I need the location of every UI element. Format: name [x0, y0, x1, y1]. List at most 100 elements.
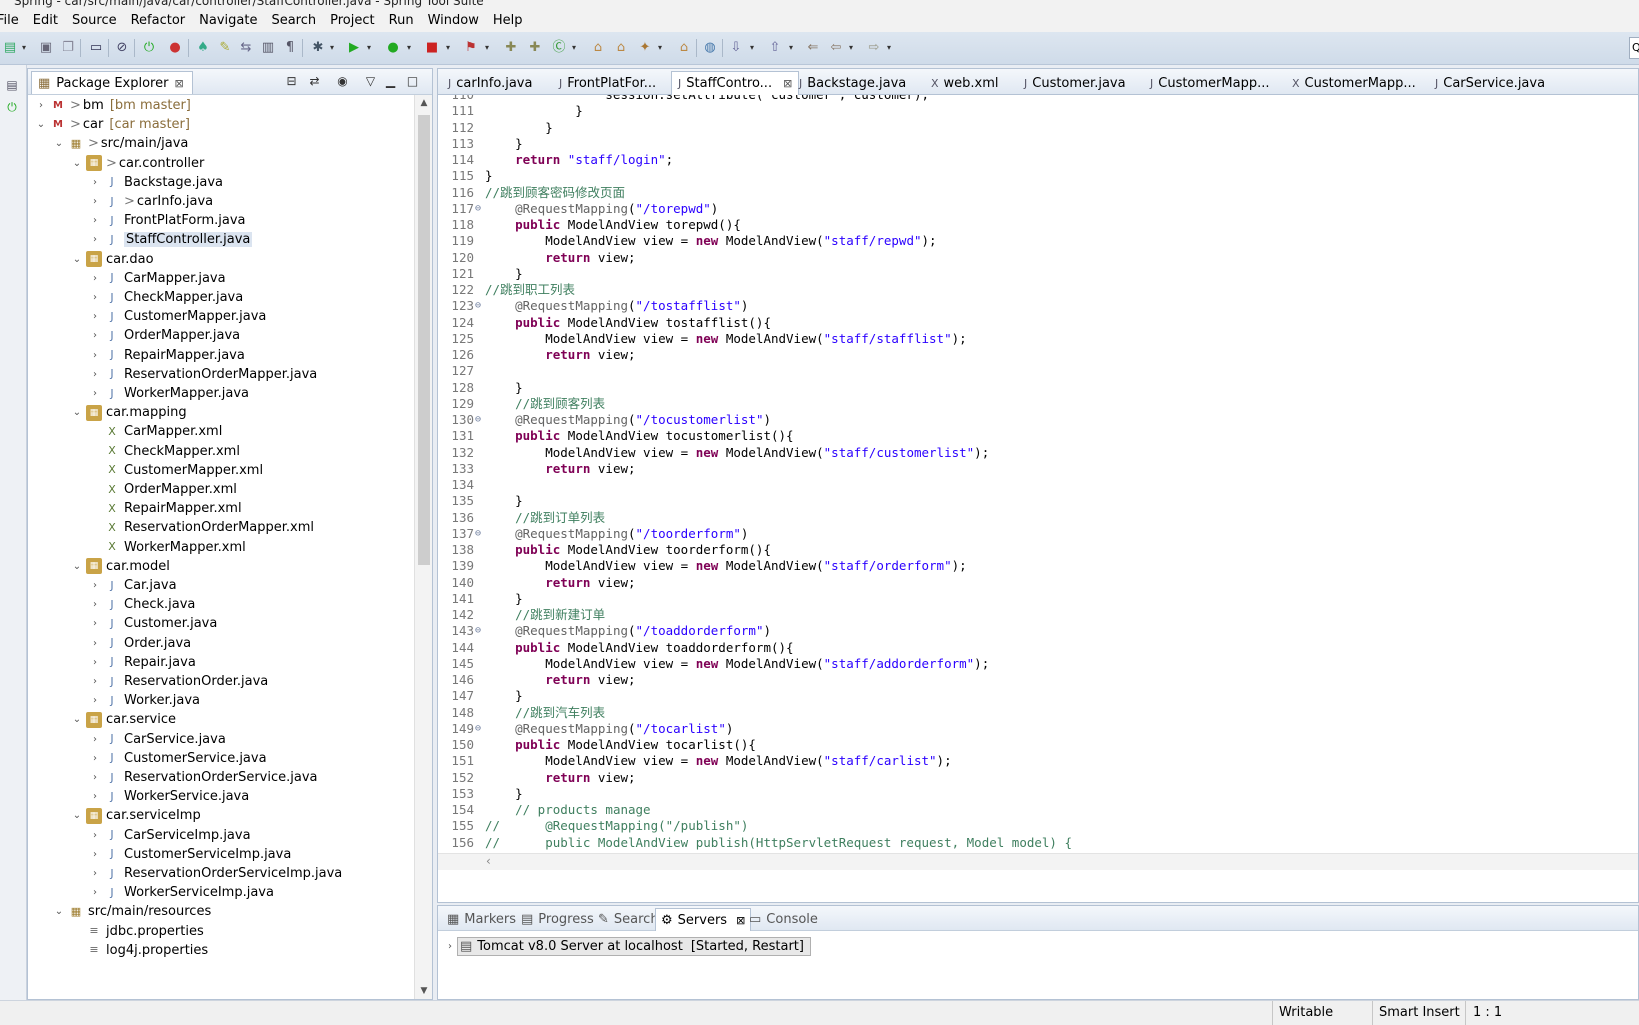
- expand-icon[interactable]: ›: [88, 618, 102, 629]
- stop-icon[interactable]: ■: [424, 40, 440, 56]
- expand-icon[interactable]: ›: [88, 772, 102, 783]
- save-all-icon[interactable]: ❐: [60, 40, 76, 56]
- tree-item[interactable]: › M > bm [bm master]: [28, 96, 413, 115]
- new-class-dropdown-icon[interactable]: ▾: [572, 44, 579, 52]
- expand-icon[interactable]: ›: [88, 273, 102, 284]
- tree-item[interactable]: ⌄ M > car [car master]: [28, 115, 413, 134]
- external-tools-dropdown-icon[interactable]: ▾: [407, 44, 414, 52]
- tree-item[interactable]: X RepairMapper.xml: [28, 499, 413, 518]
- tree-item[interactable]: ≡ log4j.properties: [28, 941, 413, 960]
- expand-icon[interactable]: ›: [88, 388, 102, 399]
- back-icon[interactable]: ⇦: [828, 40, 844, 56]
- tree-item[interactable]: › J ReservationOrderServiceImp.java: [28, 864, 413, 883]
- expand-icon[interactable]: ›: [88, 887, 102, 898]
- web-browser-icon[interactable]: ◍: [702, 40, 718, 56]
- tree-item[interactable]: › J OrderMapper.java: [28, 326, 413, 345]
- tree-item[interactable]: ⌄ ▦ > car.controller: [28, 154, 413, 173]
- expand-icon[interactable]: ›: [88, 734, 102, 745]
- fold-icon[interactable]: ⊖: [475, 721, 485, 737]
- editor-tab[interactable]: X CustomerMapp...: [1286, 71, 1422, 95]
- menu-file[interactable]: File: [0, 13, 28, 28]
- expand-icon[interactable]: ›: [443, 941, 457, 952]
- tree-item[interactable]: X ReservationOrderMapper.xml: [28, 518, 413, 537]
- collapse-all-icon[interactable]: ⊟: [284, 74, 299, 89]
- expand-icon[interactable]: ›: [88, 369, 102, 380]
- expand-icon[interactable]: ›: [88, 695, 102, 706]
- forward-icon[interactable]: ⇨: [866, 40, 882, 56]
- open-task-icon[interactable]: ⌂: [676, 40, 692, 56]
- expand-icon[interactable]: ›: [88, 580, 102, 591]
- collapse-icon[interactable]: ⌄: [70, 158, 84, 169]
- tree-item[interactable]: › J CheckMapper.java: [28, 288, 413, 307]
- collapse-icon[interactable]: ⌄: [70, 810, 84, 821]
- expand-icon[interactable]: ›: [88, 311, 102, 322]
- tree-item[interactable]: › J Backstage.java: [28, 173, 413, 192]
- search-dropdown-icon[interactable]: ▾: [658, 44, 665, 52]
- expand-icon[interactable]: ›: [88, 599, 102, 610]
- tree-item[interactable]: ⌄ ▦ > src/main/java: [28, 134, 413, 153]
- server-entry[interactable]: ▤ Tomcat v8.0 Server at localhost [Start…: [457, 936, 811, 956]
- tree-item[interactable]: › J Customer.java: [28, 614, 413, 633]
- tree-item[interactable]: ⌄ ▦ car.service: [28, 710, 413, 729]
- expand-icon[interactable]: ›: [88, 350, 102, 361]
- editor-tab[interactable]: J FrontPlatFor...: [553, 71, 662, 95]
- menu-project[interactable]: Project: [325, 13, 383, 28]
- menu-run[interactable]: Run: [384, 13, 423, 28]
- tree-item[interactable]: › J > carInfo.java: [28, 192, 413, 211]
- menu-help[interactable]: Help: [488, 13, 532, 28]
- fold-icon[interactable]: ⊖: [475, 201, 485, 217]
- menu-window[interactable]: Window: [423, 13, 488, 28]
- tree-item[interactable]: › J Repair.java: [28, 653, 413, 672]
- expand-icon[interactable]: ›: [34, 100, 48, 111]
- spring-boot-icon[interactable]: ⏻: [141, 40, 157, 56]
- collapse-icon[interactable]: ⌄: [70, 714, 84, 725]
- bottom-tab[interactable]: ▤ Progress: [516, 908, 599, 931]
- tree-item[interactable]: › J CarServiceImp.java: [28, 826, 413, 845]
- collapse-icon[interactable]: ⌄: [70, 254, 84, 265]
- tree-item[interactable]: › J CarMapper.java: [28, 269, 413, 288]
- bottom-tab[interactable]: ▦ Markers: [442, 908, 521, 931]
- editor-tab[interactable]: Xweb.xml: [925, 71, 1005, 95]
- collapse-icon[interactable]: ⌄: [70, 407, 84, 418]
- tree-item[interactable]: ⌄ ▦ car.mapping: [28, 403, 413, 422]
- tree-item[interactable]: › J ReservationOrder.java: [28, 672, 413, 691]
- server-row[interactable]: › ▤ Tomcat v8.0 Server at localhost [Sta…: [443, 936, 811, 956]
- tree-item[interactable]: › J StaffController.java: [28, 230, 413, 249]
- forward-dropdown-icon[interactable]: ▾: [887, 44, 894, 52]
- new-dropdown-icon[interactable]: ▾: [22, 44, 29, 52]
- open-type-icon[interactable]: ⌂: [590, 40, 606, 56]
- expand-icon[interactable]: ›: [88, 753, 102, 764]
- expand-icon[interactable]: ›: [88, 849, 102, 860]
- minimize-icon[interactable]: ▁: [383, 74, 398, 89]
- editor-tab[interactable]: J CarService.java: [1429, 71, 1551, 95]
- tree-item[interactable]: › J ReservationOrderMapper.java: [28, 365, 413, 384]
- tree-item[interactable]: › J ReservationOrderService.java: [28, 768, 413, 787]
- block-selection-icon[interactable]: ▥: [260, 40, 276, 56]
- boot-dashboard-view-icon[interactable]: ⏻: [3, 99, 21, 115]
- menu-refactor[interactable]: Refactor: [126, 13, 195, 28]
- scroll-down-icon[interactable]: ▼: [415, 983, 433, 999]
- package-tree-scrollbar[interactable]: ▲ ▼: [414, 95, 432, 999]
- last-edit-icon[interactable]: ⇐: [805, 40, 821, 56]
- debug-dropdown-icon[interactable]: ▾: [330, 44, 337, 52]
- external-tools-icon[interactable]: ●: [385, 40, 401, 56]
- mark-occurrences-icon[interactable]: ⇆: [238, 40, 254, 56]
- fold-icon[interactable]: ⊖: [475, 298, 485, 314]
- tree-item[interactable]: X CarMapper.xml: [28, 422, 413, 441]
- menu-edit[interactable]: Edit: [28, 13, 67, 28]
- quick-access-icon[interactable]: Q: [1629, 37, 1639, 59]
- collapse-icon[interactable]: ⌄: [52, 138, 66, 149]
- focus-task-icon[interactable]: ◉: [335, 74, 350, 89]
- editor-tab[interactable]: J Customer.java: [1018, 71, 1132, 95]
- scroll-up-icon[interactable]: ▲: [415, 95, 433, 111]
- expand-icon[interactable]: ›: [88, 292, 102, 303]
- editor-tab[interactable]: JcarInfo.java: [442, 71, 538, 95]
- spring-wizard-icon[interactable]: ♠: [195, 40, 211, 56]
- new-icon[interactable]: ▤: [2, 40, 18, 56]
- tree-item[interactable]: › J CustomerServiceImp.java: [28, 845, 413, 864]
- previous-annotation-dropdown-icon[interactable]: ▾: [789, 44, 796, 52]
- tree-item[interactable]: ⌄ ▦ car.model: [28, 557, 413, 576]
- previous-annotation-icon[interactable]: ⇧: [767, 40, 783, 56]
- tree-item[interactable]: X CheckMapper.xml: [28, 442, 413, 461]
- annotation-icon[interactable]: ✎: [217, 40, 233, 56]
